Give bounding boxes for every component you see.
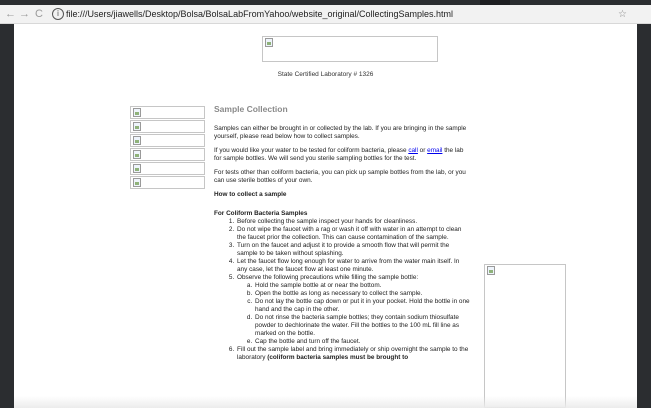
- other-tests-paragraph: For tests other than coliform bacteria, …: [214, 169, 466, 184]
- coliform-paragraph: If you would like your water to be teste…: [214, 147, 470, 163]
- address-bar[interactable]: i file:///Users/jiawells/Desktop/Bolsa/B…: [50, 6, 630, 22]
- step-item: Fill out the sample label and bring imme…: [236, 346, 470, 362]
- substep-item: Do not lay the bottle cap down or put it…: [254, 298, 470, 314]
- coliform-heading: For Coliform Bacteria Samples: [214, 210, 308, 217]
- step-item: Turn on the faucet and adjust it to prov…: [236, 242, 470, 258]
- coliform-text-start: If you would like your water to be teste…: [214, 147, 409, 154]
- substep-item: Open the bottle as long as necessary to …: [254, 290, 470, 298]
- left-dark-margin: [0, 24, 14, 408]
- substep-item: Hold the sample bottle at or near the bo…: [254, 282, 470, 290]
- nav-image-1[interactable]: [130, 106, 205, 119]
- back-arrow-icon[interactable]: ←: [5, 7, 16, 21]
- step-warning-bold: (coliform bacteria samples must be broug…: [267, 354, 409, 361]
- right-dark-margin: [637, 24, 651, 408]
- info-icon[interactable]: i: [52, 8, 64, 20]
- broken-image-icon: [265, 38, 273, 47]
- step-item: Let the faucet flow long enough for wate…: [236, 258, 470, 274]
- bottom-fade-overlay: [14, 396, 637, 408]
- nav-image-6[interactable]: [130, 176, 205, 189]
- step-item: Before collecting the sample inspect you…: [236, 218, 470, 226]
- main-text-column: Sample Collection Samples can either be …: [214, 104, 470, 362]
- broken-image-icon: [133, 122, 141, 131]
- broken-image-icon: [133, 178, 141, 187]
- broken-image-icon: [133, 136, 141, 145]
- collection-steps: Before collecting the sample inspect you…: [214, 218, 470, 362]
- reload-icon[interactable]: C: [35, 7, 43, 21]
- page-title: Sample Collection: [214, 104, 288, 114]
- call-link[interactable]: call: [408, 147, 418, 154]
- nav-image-2[interactable]: [130, 120, 205, 133]
- intro-paragraph: Samples can either be brought in or coll…: [214, 125, 467, 140]
- header-logo-image: [262, 36, 438, 62]
- or-text: or: [417, 147, 428, 154]
- step-text: Observe the following precautions while …: [237, 274, 419, 281]
- browser-toolbar: ← → C i file:///Users/jiawells/Desktop/B…: [0, 5, 651, 24]
- url-text[interactable]: file:///Users/jiawells/Desktop/Bolsa/Bol…: [66, 7, 453, 21]
- substep-item: Cap the bottle and turn off the faucet.: [254, 338, 470, 346]
- nav-image-5[interactable]: [130, 162, 205, 175]
- step-item: Do not wipe the faucet with a rag or was…: [236, 226, 470, 242]
- how-to-heading: How to collect a sample: [214, 191, 287, 198]
- bookmark-star-icon[interactable]: ☆: [618, 8, 627, 22]
- forward-arrow-icon[interactable]: →: [19, 7, 30, 21]
- step-item: Observe the following precautions while …: [236, 274, 470, 346]
- email-link[interactable]: email: [427, 147, 442, 154]
- broken-image-icon: [133, 108, 141, 117]
- substep-item: Do not rinse the bacteria sample bottles…: [254, 314, 470, 338]
- nav-image-3[interactable]: [130, 134, 205, 147]
- lab-certification-line: State Certified Laboratory # 1326: [277, 71, 374, 78]
- side-photo-image: [484, 264, 566, 408]
- broken-image-icon: [133, 164, 141, 173]
- page-content: State Certified Laboratory # 1326 Sample…: [14, 24, 637, 408]
- broken-image-icon: [487, 266, 495, 275]
- nav-image-4[interactable]: [130, 148, 205, 161]
- broken-image-icon: [133, 150, 141, 159]
- precaution-substeps: Hold the sample bottle at or near the bo…: [237, 282, 470, 346]
